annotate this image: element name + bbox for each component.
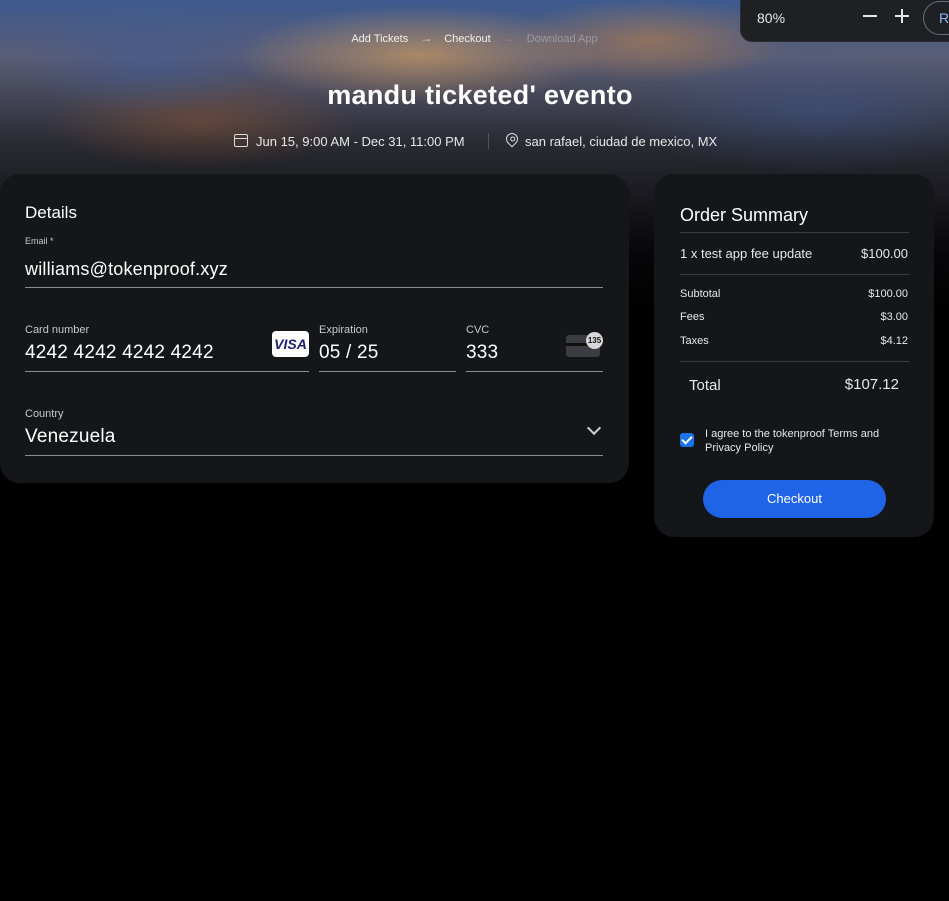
calendar-icon xyxy=(234,134,248,147)
cvc-card-icon: 135 xyxy=(566,332,603,357)
event-date: Jun 15, 9:00 AM - Dec 31, 11:00 PM xyxy=(256,134,465,149)
event-title: mandu ticketed' evento xyxy=(327,80,633,110)
details-card: Details Email * williams@tokenproof.xyz … xyxy=(0,174,629,483)
agree-terms-label: I agree to the tokenproof Terms and Priv… xyxy=(705,428,880,454)
location-pin-icon xyxy=(503,130,521,148)
line-item-label: 1 x test app fee update xyxy=(680,246,813,261)
email-field[interactable]: williams@tokenproof.xyz xyxy=(25,259,228,280)
breadcrumb-checkout: Checkout xyxy=(444,33,491,45)
checkout-breadcrumb: Add Tickets → Checkout → Download App xyxy=(0,31,949,45)
divider xyxy=(680,274,909,275)
visa-icon: VISA xyxy=(272,331,309,357)
card-number-underline xyxy=(25,371,309,372)
subtotal-value: $100.00 xyxy=(868,288,908,300)
fees-label: Fees xyxy=(680,311,705,323)
arrow-right-icon: → xyxy=(420,31,433,45)
country-underline xyxy=(25,455,603,456)
expiration-label: Expiration xyxy=(319,324,368,336)
cvc-label: CVC xyxy=(466,324,490,336)
cvc-underline xyxy=(466,371,603,372)
country-label: Country xyxy=(25,408,64,420)
email-label: Email * xyxy=(25,236,54,246)
chevron-down-icon[interactable] xyxy=(586,420,602,436)
divider xyxy=(680,361,909,362)
arrow-right-icon: → xyxy=(502,31,515,45)
card-number-field[interactable]: 4242 4242 4242 4242 xyxy=(25,342,214,364)
zoom-in-button[interactable] xyxy=(891,5,913,27)
event-meta: Jun 15, 9:00 AM - Dec 31, 11:00 PM san r… xyxy=(0,130,949,152)
expiration-underline xyxy=(319,371,456,372)
zoom-level: 80% xyxy=(757,10,786,26)
cvc-field[interactable]: 333 xyxy=(466,342,498,364)
divider xyxy=(680,232,909,233)
taxes-value: $4.12 xyxy=(880,335,908,347)
expiration-field[interactable]: 05 / 25 xyxy=(319,342,379,364)
country-select[interactable]: Venezuela xyxy=(25,426,116,448)
subtotal-label: Subtotal xyxy=(680,288,721,300)
zoom-reset-button[interactable]: Reset xyxy=(923,1,949,35)
zoom-out-button[interactable] xyxy=(859,5,881,27)
checkout-button[interactable]: Checkout xyxy=(703,480,886,518)
fees-value: $3.00 xyxy=(880,311,908,323)
total-label: Total xyxy=(689,377,721,394)
breadcrumb-add-tickets[interactable]: Add Tickets xyxy=(351,33,408,45)
meta-divider xyxy=(488,133,489,149)
total-value: $107.12 xyxy=(844,376,899,393)
taxes-label: Taxes xyxy=(680,335,709,347)
agree-terms-checkbox[interactable] xyxy=(680,433,694,447)
cvc-hint: 135 xyxy=(586,332,603,349)
order-summary-card: Order Summary 1 x test app fee update $1… xyxy=(654,174,934,537)
breadcrumb-download-app: Download App xyxy=(526,33,598,45)
card-number-label: Card number xyxy=(25,324,90,336)
event-location: san rafael, ciudad de mexico, MX xyxy=(525,134,718,149)
line-item-price: $100.00 xyxy=(861,246,908,261)
order-summary-title: Order Summary xyxy=(680,205,809,225)
email-underline xyxy=(25,287,603,288)
details-title: Details xyxy=(25,203,77,222)
